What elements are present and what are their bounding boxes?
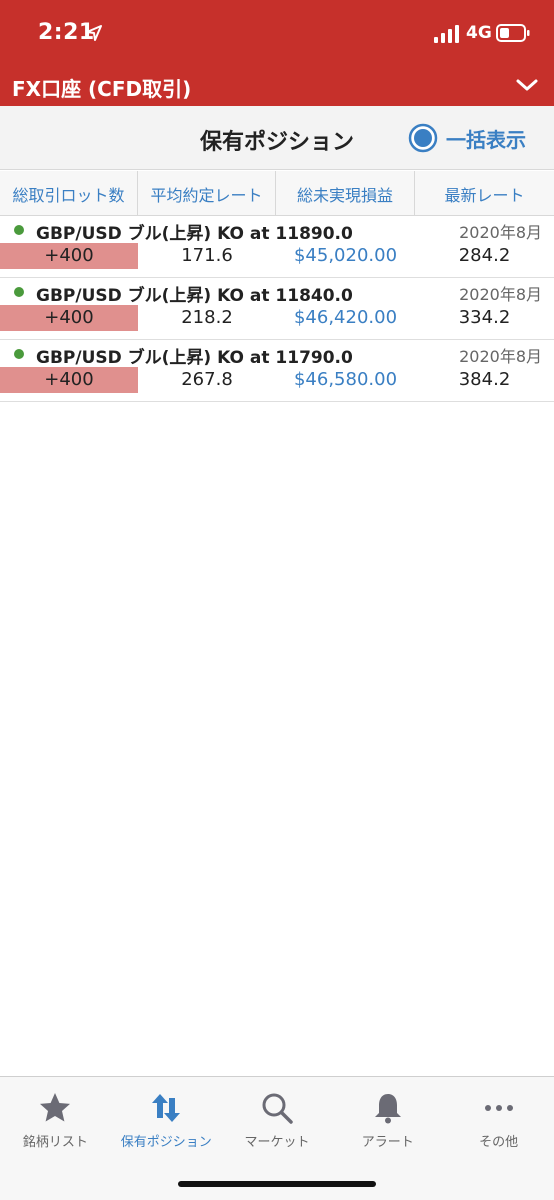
status-dot-icon [14, 287, 24, 297]
position-latest-rate: 384.2 [458, 369, 511, 390]
search-icon [262, 1093, 293, 1124]
tab-more[interactable]: その他 [443, 1077, 554, 1161]
position-date: 2020年8月 [459, 223, 542, 242]
tab-label: 保有ポジション [120, 1135, 212, 1150]
position-unrealized-pl: $45,020.00 [293, 245, 398, 266]
position-name: GBP/USD ブル(上昇) KO at 11840.0 [36, 286, 353, 306]
position-lots: +400 [0, 305, 138, 331]
tab-label: アラート [361, 1135, 414, 1150]
network-label: 4G [466, 23, 492, 43]
radio-selected-icon[interactable] [408, 123, 438, 153]
status-bar: 2:21 4G [0, 0, 554, 66]
position-name: GBP/USD ブル(上昇) KO at 11790.0 [36, 348, 353, 368]
location-arrow-icon [86, 25, 102, 41]
battery-icon [496, 24, 530, 42]
bulk-display-toggle[interactable]: 一括表示 [408, 122, 526, 154]
tab-market[interactable]: マーケット [222, 1077, 333, 1161]
position-latest-rate: 334.2 [458, 307, 511, 328]
position-name: GBP/USD ブル(上昇) KO at 11890.0 [36, 224, 353, 244]
tab-label: その他 [479, 1135, 519, 1150]
position-avg-rate: 171.6 [181, 245, 233, 266]
bell-icon [374, 1094, 401, 1124]
up-down-arrows-icon [152, 1094, 181, 1122]
position-avg-rate: 267.8 [181, 369, 233, 390]
position-unrealized-pl: $46,420.00 [293, 307, 398, 328]
bottom-tab-bar: 銘柄リスト 保有ポジション マーケット アラート その他 [0, 1076, 554, 1200]
star-icon [40, 1093, 71, 1122]
position-row[interactable]: GBP/USD ブル(上昇) KO at 11840.0 2020年8月 +40… [0, 278, 554, 340]
position-date: 2020年8月 [459, 347, 542, 366]
position-row[interactable]: GBP/USD ブル(上昇) KO at 11890.0 2020年8月 +40… [0, 216, 554, 278]
position-avg-rate: 218.2 [181, 307, 233, 328]
more-icon [484, 1105, 513, 1111]
column-header-latest-rate[interactable]: 最新レート [415, 171, 554, 216]
tab-label: マーケット [244, 1135, 310, 1150]
chevron-down-icon[interactable] [515, 76, 539, 94]
status-dot-icon [14, 225, 24, 235]
tab-watchlist[interactable]: 銘柄リスト [0, 1077, 111, 1161]
position-date: 2020年8月 [459, 285, 542, 304]
signal-icon [434, 25, 459, 43]
tab-alerts[interactable]: アラート [332, 1077, 443, 1161]
tab-positions[interactable]: 保有ポジション [111, 1077, 222, 1161]
positions-list: GBP/USD ブル(上昇) KO at 11890.0 2020年8月 +40… [0, 216, 554, 402]
bulk-display-label: 一括表示 [446, 127, 526, 152]
column-header-total-lots[interactable]: 総取引ロット数 [0, 171, 138, 216]
column-header-unrealized-pl[interactable]: 総未実現損益 [276, 171, 415, 216]
account-selector[interactable]: FX口座 (CFD取引) [0, 66, 554, 106]
home-indicator [178, 1181, 376, 1187]
position-unrealized-pl: $46,580.00 [293, 369, 398, 390]
position-lots: +400 [0, 367, 138, 393]
page-header: 保有ポジション 一括表示 [0, 106, 554, 170]
column-header-avg-rate[interactable]: 平均約定レート [138, 171, 276, 216]
position-latest-rate: 284.2 [458, 245, 511, 266]
position-lots: +400 [0, 243, 138, 269]
status-dot-icon [14, 349, 24, 359]
tab-label: 銘柄リスト [22, 1135, 88, 1150]
position-row[interactable]: GBP/USD ブル(上昇) KO at 11790.0 2020年8月 +40… [0, 340, 554, 402]
column-headers: 総取引ロット数 平均約定レート 総未実現損益 最新レート [0, 171, 554, 216]
account-title: FX口座 (CFD取引) [12, 77, 192, 101]
